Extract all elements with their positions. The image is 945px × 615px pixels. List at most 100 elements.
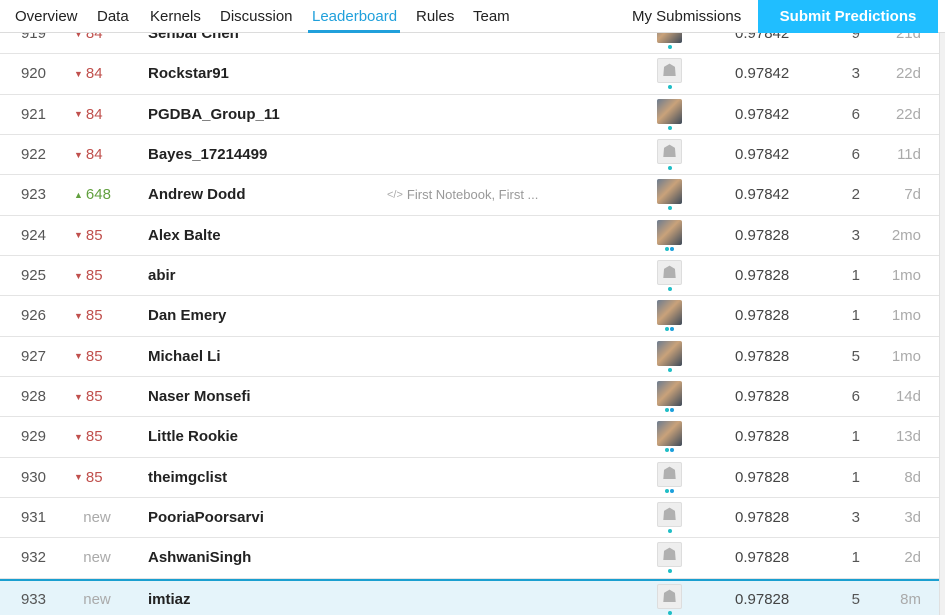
rank-down-icon: ▼ bbox=[74, 230, 83, 241]
team-name[interactable]: Little Rookie bbox=[148, 417, 238, 456]
tab-overview[interactable]: Overview bbox=[15, 0, 78, 33]
team-name[interactable]: AshwaniSingh bbox=[148, 538, 251, 577]
table-row[interactable]: 929 ▼ 85 Little Rookie 0.97828 1 13d bbox=[0, 417, 939, 458]
team-members[interactable] bbox=[657, 95, 682, 134]
default-avatar-icon: ☗ bbox=[657, 584, 682, 610]
rank: 933 bbox=[20, 591, 46, 609]
rank-down-icon: ▼ bbox=[74, 472, 83, 483]
rank-down-icon: ▼ bbox=[74, 68, 83, 79]
team-members[interactable]: ☗ bbox=[657, 256, 682, 295]
team-members[interactable]: ☗ bbox=[657, 54, 682, 93]
team-name[interactable]: Michael Li bbox=[148, 337, 221, 376]
medal-dot bbox=[667, 45, 672, 50]
table-row[interactable]: 932 new AshwaniSingh ☗ 0.97828 1 2d bbox=[0, 538, 939, 579]
entries-count: 2 bbox=[851, 186, 860, 204]
tab-rules[interactable]: Rules bbox=[416, 0, 454, 33]
rank-down-icon: ▼ bbox=[74, 351, 83, 362]
medal-dot bbox=[667, 529, 672, 534]
rank: 930 bbox=[20, 468, 46, 486]
tab-kernels[interactable]: Kernels bbox=[150, 0, 201, 33]
table-row[interactable]: 925 ▼ 85 abir ☗ 0.97828 1 1mo bbox=[0, 256, 939, 297]
team-name[interactable]: imtiaz bbox=[148, 581, 191, 615]
medal-dot bbox=[670, 246, 674, 251]
last-submission: 11d bbox=[897, 146, 921, 164]
table-row-current-user[interactable]: 933 new imtiaz ☗ 0.97828 5 8m bbox=[0, 578, 939, 615]
team-members[interactable]: ☗ bbox=[657, 135, 682, 174]
team-name[interactable]: Andrew Dodd bbox=[148, 175, 246, 214]
tab-data[interactable]: Data bbox=[97, 0, 129, 33]
rank-change: ▼ 85 bbox=[74, 347, 103, 365]
team-members[interactable] bbox=[657, 216, 682, 255]
rank-change: ▼ 84 bbox=[74, 105, 103, 123]
team-name[interactable]: abir bbox=[148, 256, 176, 295]
medal-dot bbox=[670, 448, 674, 453]
team-members[interactable] bbox=[657, 296, 682, 335]
score: 0.97828 bbox=[735, 509, 790, 527]
user-avatar bbox=[657, 381, 682, 407]
table-row[interactable]: 927 ▼ 85 Michael Li 0.97828 5 1mo bbox=[0, 337, 939, 377]
entries-count: 6 bbox=[851, 146, 860, 164]
team-members[interactable]: ☗ bbox=[657, 458, 682, 497]
tab-leaderboard[interactable]: Leaderboard bbox=[312, 0, 397, 33]
score: 0.97828 bbox=[735, 468, 790, 486]
team-members[interactable] bbox=[657, 417, 682, 456]
team-name[interactable]: Alex Balte bbox=[148, 216, 221, 255]
rank-change: ▼ 84 bbox=[74, 146, 103, 164]
user-avatar bbox=[657, 421, 682, 447]
submit-predictions-button[interactable]: Submit Predictions bbox=[758, 0, 938, 33]
page-scrollbar[interactable] bbox=[939, 33, 945, 615]
team-members[interactable] bbox=[657, 377, 682, 416]
team-name[interactable]: Bayes_17214499 bbox=[148, 135, 267, 174]
tab-team[interactable]: Team bbox=[473, 0, 510, 33]
team-members[interactable] bbox=[657, 175, 682, 214]
my-submissions-link[interactable]: My Submissions bbox=[632, 0, 741, 33]
table-row[interactable]: 923 ▲ 648 Andrew Dodd </> First Notebook, … bbox=[0, 175, 939, 216]
team-members[interactable]: ☗ bbox=[657, 498, 682, 537]
team-name[interactable]: Rockstar91 bbox=[148, 54, 229, 93]
table-row[interactable]: 926 ▼ 85 Dan Emery 0.97828 1 1mo bbox=[0, 296, 939, 337]
score: 0.97842 bbox=[735, 65, 790, 83]
rank-down-icon: ▼ bbox=[74, 270, 83, 281]
entries-count: 1 bbox=[851, 267, 860, 285]
medal-dot bbox=[667, 287, 672, 292]
table-row[interactable]: 921 ▼ 84 PGDBA_Group_11 0.97842 6 22d bbox=[0, 95, 939, 135]
medal-dot bbox=[670, 327, 674, 332]
entries-count: 1 bbox=[851, 468, 860, 486]
medal-dot bbox=[667, 85, 672, 90]
table-row[interactable]: 922 ▼ 84 Bayes_17214499 ☗ 0.97842 6 11d bbox=[0, 135, 939, 176]
table-row[interactable]: 931 new PooriaPoorsarvi ☗ 0.97828 3 3d bbox=[0, 498, 939, 539]
team-name[interactable]: Naser Monsefi bbox=[148, 377, 251, 416]
table-row[interactable]: 930 ▼ 85 theimgclist ☗ 0.97828 1 8d bbox=[0, 458, 939, 498]
default-avatar-icon: ☗ bbox=[657, 260, 682, 286]
score: 0.97828 bbox=[735, 591, 790, 609]
medal-dot bbox=[667, 569, 672, 574]
tab-discussion[interactable]: Discussion bbox=[220, 0, 293, 33]
default-avatar-icon: ☗ bbox=[657, 139, 682, 165]
team-name[interactable]: PGDBA_Group_11 bbox=[148, 95, 280, 134]
table-row[interactable]: 928 ▼ 85 Naser Monsefi 0.97828 6 14d bbox=[0, 377, 939, 418]
team-members[interactable] bbox=[657, 337, 682, 376]
table-row[interactable]: 924 ▼ 85 Alex Balte 0.97828 3 2mo bbox=[0, 216, 939, 256]
rank: 923 bbox=[20, 186, 46, 204]
rank-down-icon: ▼ bbox=[74, 149, 83, 160]
medal-dot bbox=[665, 246, 669, 251]
rank-down-icon: ▼ bbox=[74, 391, 83, 402]
entries-count: 3 bbox=[851, 509, 860, 527]
medal-dot bbox=[665, 448, 669, 453]
team-name[interactable]: theimgclist bbox=[148, 458, 227, 497]
last-submission: 1mo bbox=[891, 307, 921, 325]
rank-change: ▼ 85 bbox=[74, 307, 103, 325]
team-name[interactable]: Dan Emery bbox=[148, 296, 226, 335]
team-members[interactable]: ☗ bbox=[657, 538, 682, 577]
kernel-link[interactable]: </> First Notebook, First ... bbox=[387, 175, 538, 214]
medal-dot bbox=[670, 408, 674, 413]
team-name[interactable]: PooriaPoorsarvi bbox=[148, 498, 264, 537]
rank: 926 bbox=[20, 307, 46, 325]
rank: 929 bbox=[20, 428, 46, 446]
team-members[interactable]: ☗ bbox=[657, 581, 682, 615]
last-submission: 3d bbox=[904, 509, 921, 527]
rank-down-icon: ▼ bbox=[74, 310, 83, 321]
rank: 920 bbox=[20, 65, 46, 83]
table-row[interactable]: 920 ▼ 84 Rockstar91 ☗ 0.97842 3 22d bbox=[0, 54, 939, 95]
last-submission: 7d bbox=[904, 186, 921, 204]
